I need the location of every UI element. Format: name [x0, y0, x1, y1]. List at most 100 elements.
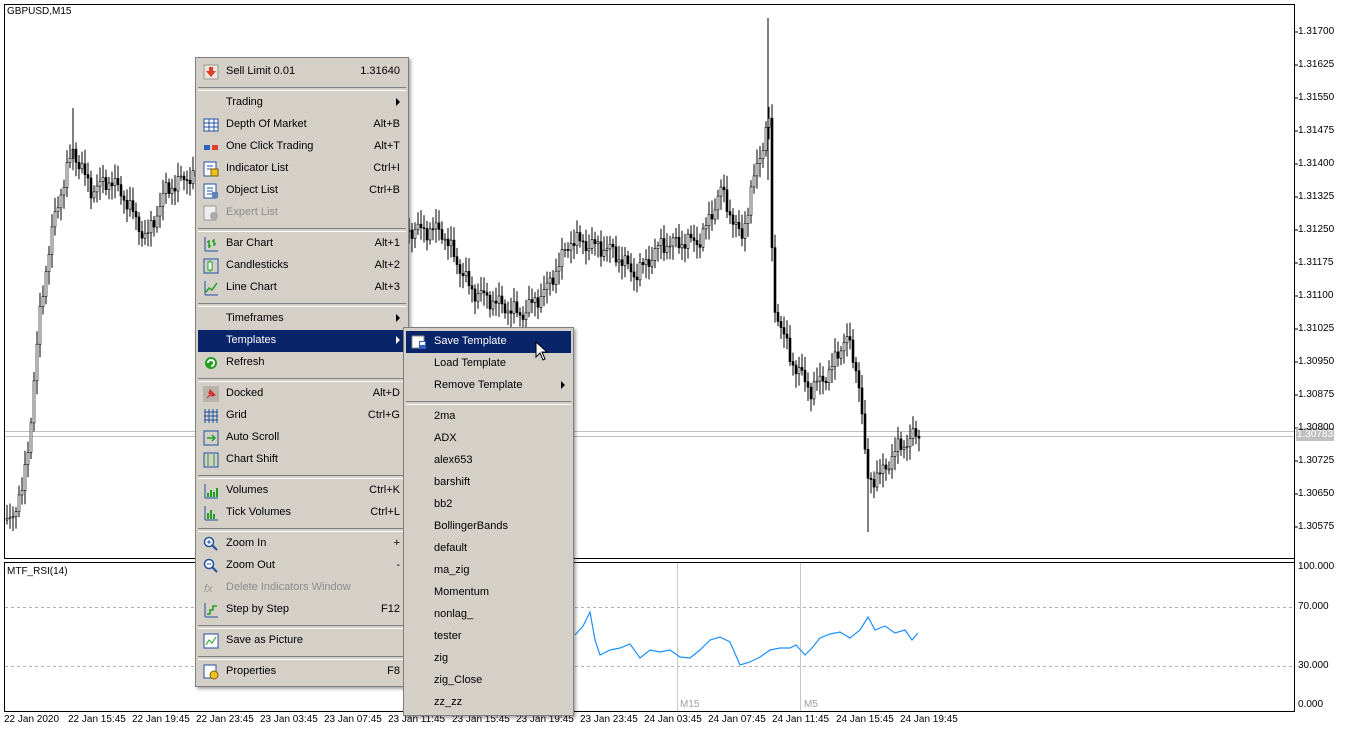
templates-menu-item-label: barshift — [434, 476, 471, 488]
candle-body — [641, 262, 645, 266]
ctx-menu-item-docked[interactable]: Docked Alt+D — [198, 383, 406, 405]
ctx-menu-item-candlesticks[interactable]: Candlesticks Alt+2 — [198, 255, 406, 277]
candle-body — [776, 312, 780, 322]
ctx-menu-item-label: Templates — [226, 334, 277, 346]
candle-body — [431, 228, 435, 231]
templates-menu-item-default[interactable]: default — [406, 538, 571, 560]
candle-body — [122, 195, 126, 201]
candle-body — [422, 227, 426, 229]
ctx-menu-item-zoom-in[interactable]: Zoom In + — [198, 533, 406, 555]
templates-menu-item-remove-template[interactable]: Remove Template — [406, 375, 571, 397]
ctx-menu-item-tick-volumes[interactable]: Tick Volumes Ctrl+L — [198, 502, 406, 524]
price-tick-label: 1.31175 — [1298, 257, 1334, 268]
candle-body — [713, 209, 717, 220]
candle-body — [866, 448, 870, 479]
candle-body — [599, 241, 603, 257]
candle-body — [830, 366, 834, 371]
object-list-icon — [203, 183, 219, 199]
ctx-menu-item-label: Step by Step — [226, 603, 289, 615]
candle-body — [449, 239, 453, 247]
candle-body — [614, 246, 618, 263]
candle-body — [167, 182, 171, 194]
candle-body — [842, 342, 846, 352]
ctx-menu-item-volumes[interactable]: Volumes Ctrl+K — [198, 480, 406, 502]
ctx-menu-item-grid[interactable]: Grid Ctrl+G — [198, 405, 406, 427]
ctx-menu-item-label: Refresh — [226, 356, 265, 368]
candle-body — [494, 300, 498, 304]
ctx-menu-item-auto-scroll[interactable]: Auto Scroll — [198, 427, 406, 449]
candle-body — [137, 216, 141, 232]
candle-body — [737, 221, 741, 229]
templates-menu-item-alex653[interactable]: alex653 — [406, 450, 571, 472]
templates-menu-item-bollingerbands[interactable]: BollingerBands — [406, 516, 571, 538]
ctx-menu-item-timeframes[interactable]: Timeframes — [198, 308, 406, 330]
candle-body — [140, 231, 144, 239]
candle-body — [692, 237, 696, 241]
time-tick-label: 24 Jan 03:45 — [644, 714, 702, 725]
candle-body — [452, 239, 456, 257]
candle-body — [437, 222, 441, 230]
templates-menu-item-adx[interactable]: ADX — [406, 428, 571, 450]
ctx-menu-item-depth-of-market[interactable]: Depth Of Market Alt+B — [198, 114, 406, 136]
candle-body — [446, 238, 450, 247]
ctx-menu-item-one-click-trading[interactable]: One Click Trading Alt+T — [198, 136, 406, 158]
candle-body — [881, 464, 885, 474]
price-tick-label: 1.30875 — [1298, 389, 1335, 400]
candle-body — [854, 362, 858, 372]
candle-body — [149, 220, 153, 234]
candle-body — [827, 369, 831, 384]
candle-body — [101, 177, 105, 182]
templates-menu-item-2ma[interactable]: 2ma — [406, 406, 571, 428]
time-tick-label: 23 Jan 03:45 — [260, 714, 318, 725]
candle-body — [761, 150, 765, 159]
candle-body — [113, 178, 117, 187]
candle-body — [191, 170, 195, 185]
candle-body — [539, 296, 543, 308]
templates-menu-item-nonlag[interactable]: nonlag_ — [406, 604, 571, 626]
period-label-m5: M5 — [804, 699, 818, 710]
submenu-arrow-icon — [396, 98, 400, 106]
candle-body — [518, 312, 522, 316]
rsi-tick-label: 70.000 — [1298, 601, 1329, 612]
ctx-menu-item-shortcut: - — [396, 559, 400, 571]
templates-menu-item-bb2[interactable]: bb2 — [406, 494, 571, 516]
templates-menu-item-zig-close[interactable]: zig_Close — [406, 670, 571, 692]
ctx-menu-item-refresh[interactable]: Refresh — [198, 352, 406, 374]
candle-body — [188, 179, 192, 185]
ctx-menu-item-indicator-list[interactable]: Indicator List Ctrl+I — [198, 158, 406, 180]
candle-body — [908, 438, 912, 448]
ctx-menu-item-step-by-step[interactable]: Step by Step F12 — [198, 599, 406, 621]
ctx-menu-item-label: Grid — [226, 409, 247, 421]
templates-menu-item-barshift[interactable]: barshift — [406, 472, 571, 494]
ctx-menu-item-zoom-out[interactable]: Zoom Out - — [198, 555, 406, 577]
ctx-menu-item-label: Sell Limit 0.01 — [226, 65, 296, 77]
templates-menu-item-zig[interactable]: zig — [406, 648, 571, 670]
ctx-menu-item-templates[interactable]: Templates — [198, 330, 406, 352]
templates-menu-item-zz-zz[interactable]: zz_zz — [406, 692, 571, 714]
templates-menu-item-label: alex653 — [434, 454, 473, 466]
ctx-menu-item-line-chart[interactable]: Line Chart Alt+3 — [198, 277, 406, 299]
ctx-menu-item-sell-limit-0-01[interactable]: Sell Limit 0.01 1.31640 — [198, 61, 406, 83]
ctx-menu-item-chart-shift[interactable]: Chart Shift — [198, 449, 406, 471]
ctx-menu-item-trading[interactable]: Trading — [198, 92, 406, 114]
templates-menu-item-ma-zig[interactable]: ma_zig — [406, 560, 571, 582]
refresh-icon — [203, 355, 219, 371]
grid-icon — [203, 408, 219, 424]
time-tick-label: 24 Jan 15:45 — [836, 714, 894, 725]
indicator-list-icon — [203, 161, 219, 177]
templates-menu-item-label: Save Template — [434, 335, 507, 347]
templates-menu-item-tester[interactable]: tester — [406, 626, 571, 648]
templates-menu-item-momentum[interactable]: Momentum — [406, 582, 571, 604]
ctx-menu-item-shortcut: Alt+T — [374, 140, 400, 152]
time-tick-label: 22 Jan 23:45 — [196, 714, 254, 725]
ctx-menu-item-object-list[interactable]: Object List Ctrl+B — [198, 180, 406, 202]
candle-body — [605, 248, 609, 251]
candle-body — [911, 428, 915, 439]
ctx-menu-item-properties[interactable]: Properties F8 — [198, 661, 406, 683]
candle-body — [17, 494, 21, 512]
candle-body — [638, 262, 642, 281]
candlesticks-icon — [203, 258, 219, 274]
ctx-menu-item-save-as-picture[interactable]: Save as Picture — [198, 630, 406, 652]
bar-chart-icon — [203, 236, 219, 252]
ctx-menu-item-bar-chart[interactable]: Bar Chart Alt+1 — [198, 233, 406, 255]
